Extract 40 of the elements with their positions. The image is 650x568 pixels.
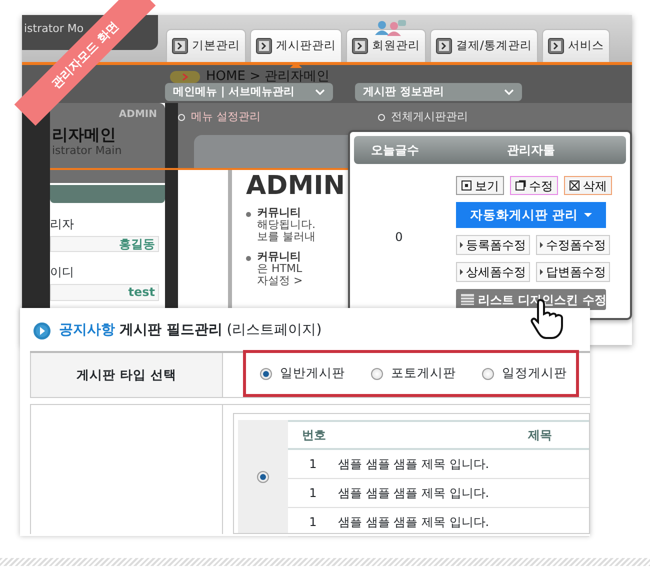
- radio-label: 포토게시판: [391, 364, 456, 382]
- table-cell-text: 샘플 샘플 샘플 제목 입니다.: [338, 456, 490, 473]
- panel-title: 리자메인: [52, 124, 116, 146]
- menu-tab[interactable]: 회원관리: [346, 29, 426, 62]
- admin-heading: ADMIN: [246, 173, 346, 199]
- form-edit-button[interactable]: 답변폼수정: [536, 262, 610, 282]
- table-cell-text: 1: [308, 485, 318, 502]
- form-edit-button[interactable]: 상세폼수정: [456, 262, 530, 282]
- menu-tab[interactable]: 결제/통계관리: [430, 29, 538, 62]
- field-label: 리자: [50, 216, 75, 233]
- column-header: 제목: [528, 427, 552, 444]
- column-header: 오늘글수: [370, 142, 420, 159]
- action-button[interactable]: 수정: [510, 176, 558, 195]
- column-header: 관리자툴: [506, 142, 556, 159]
- table-cell-text: 1: [308, 456, 318, 473]
- bullet-text: 커뮤니티 은 HTML 자설정 >: [257, 251, 303, 288]
- form-edit-button[interactable]: 수정폼수정: [536, 235, 610, 255]
- panel-subtitle: istrator Main: [52, 143, 122, 159]
- action-button[interactable]: 보기: [456, 176, 504, 195]
- form-edit-button[interactable]: 등록폼수정: [456, 235, 530, 255]
- table-cell-text: 샘플 샘플 샘플 제목 입니다.: [338, 514, 490, 531]
- auto-board-menu-button[interactable]: 자동화게시판 관리: [456, 202, 606, 228]
- table-cell-text: 샘플 샘플 샘플 제목 입니다.: [338, 485, 490, 502]
- field-value: test: [50, 284, 159, 301]
- row-label: 게시판 타입 선택: [31, 353, 223, 397]
- post-count: 0: [394, 229, 404, 246]
- column-header: 번호: [301, 427, 327, 444]
- panel-heading: 공지사항 게시판 필드관리 (리스트페이지): [59, 321, 322, 340]
- menu-tab[interactable]: 서비스: [542, 29, 610, 62]
- breadcrumb-text: HOME > 관리자메인: [206, 68, 330, 86]
- field-label: 이디: [50, 264, 75, 282]
- bullet-text: 커뮤니티 해당됩니다. 보를 불러내: [257, 207, 316, 244]
- field-value: 홍길동: [50, 236, 159, 252]
- table-cell-text: 1: [308, 514, 318, 531]
- action-button[interactable]: 삭제: [564, 176, 612, 195]
- admin-badge-text: ADMIN: [118, 108, 157, 122]
- menu-tab[interactable]: 기본관리: [166, 29, 246, 62]
- radio-label: 일반게시판: [280, 364, 345, 382]
- radio-label: 일정게시판: [502, 364, 567, 382]
- submenu-link[interactable]: 전체게시판관리: [378, 109, 468, 126]
